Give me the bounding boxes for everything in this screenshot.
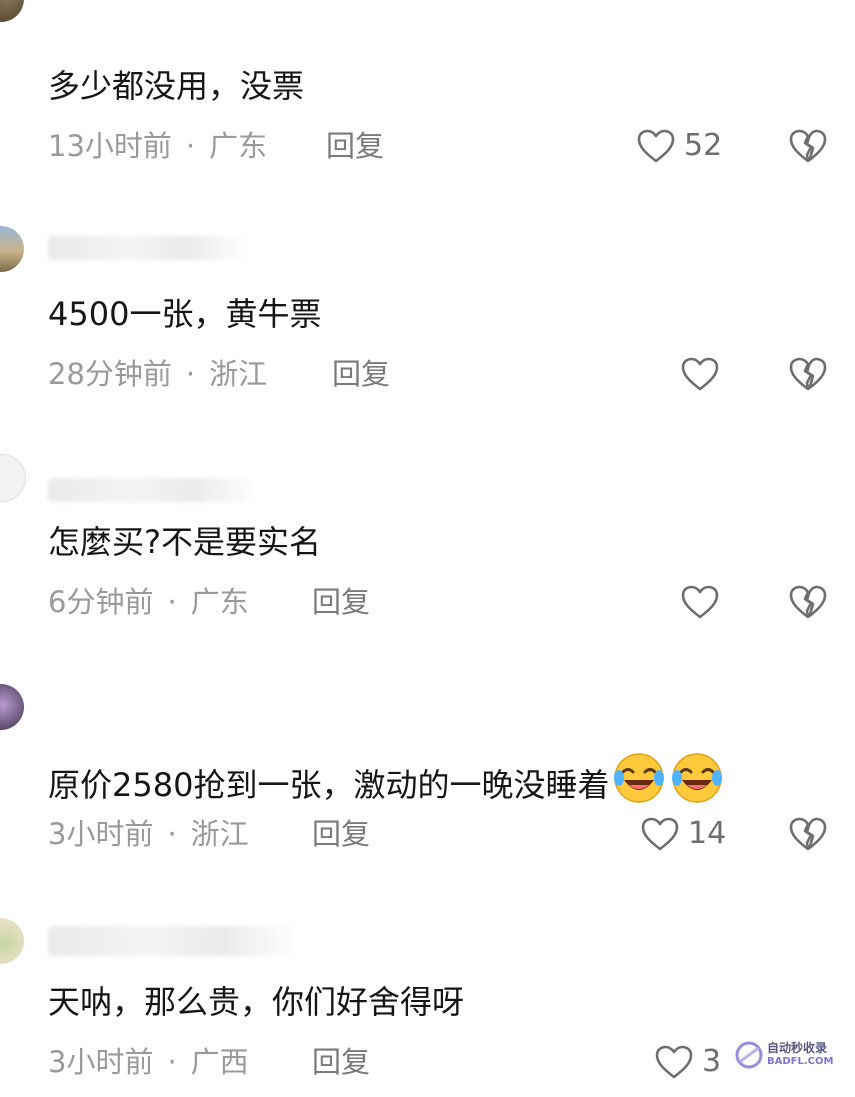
broken-heart-icon	[789, 357, 827, 391]
laughing-crying-emoji-icon	[669, 752, 725, 804]
separator: ·	[167, 1045, 177, 1079]
like-button[interactable]: 14	[640, 816, 726, 852]
comment-region: 广东	[190, 585, 249, 619]
watermark-logo-icon	[735, 1041, 763, 1069]
watermark-line2: BADFL.COM	[767, 1056, 834, 1067]
dislike-button[interactable]	[788, 128, 828, 164]
comment-time: 6分钟前	[48, 585, 154, 619]
comment-region: 广东	[209, 129, 268, 163]
watermark: 自动秒收录 BADFL.COM	[735, 1038, 845, 1072]
username-redacted	[48, 926, 298, 956]
reply-button[interactable]: 回复	[312, 816, 370, 852]
dislike-button[interactable]	[788, 356, 828, 392]
like-button[interactable]	[680, 356, 720, 392]
comment-text: 怎麼买?不是要实名	[48, 523, 321, 561]
username-redacted	[48, 236, 248, 260]
username-redacted	[48, 478, 258, 502]
separator: ·	[185, 129, 196, 163]
reply-button[interactable]: 回复	[312, 1044, 370, 1080]
comment-time: 3小时前	[48, 1045, 154, 1079]
comment-meta: 6分钟前 · 广东	[48, 584, 249, 620]
like-count: 14	[688, 816, 727, 851]
avatar[interactable]	[0, 226, 24, 272]
comment-time: 13小时前	[48, 129, 172, 163]
comment-meta: 3小时前 · 浙江	[48, 816, 249, 852]
watermark-text: 自动秒收录 BADFL.COM	[767, 1042, 833, 1068]
separator: ·	[167, 585, 177, 619]
comment-region: 浙江	[190, 817, 249, 851]
heart-icon	[636, 128, 676, 164]
like-count: 52	[684, 128, 723, 163]
comment-meta: 13小时前 · 广东	[48, 128, 267, 164]
comment-text: 原价2580抢到一张，激动的一晚没睡着	[48, 752, 725, 805]
heart-icon	[640, 816, 680, 852]
avatar[interactable]	[0, 918, 24, 964]
comment-text-content: 原价2580抢到一张，激动的一晚没睡着	[48, 766, 610, 804]
comment-region: 浙江	[209, 357, 268, 391]
comment-text: 天呐，那么贵，你们好舍得呀	[48, 983, 465, 1021]
comment-text: 多少都没用，没票	[48, 67, 305, 105]
reply-button[interactable]: 回复	[332, 356, 390, 392]
separator: ·	[185, 357, 196, 391]
comment-region: 广西	[190, 1045, 249, 1079]
avatar[interactable]	[0, 684, 24, 730]
heart-icon	[654, 1044, 694, 1080]
like-count: 3	[702, 1044, 722, 1079]
comment-meta: 3小时前 · 广西	[48, 1044, 249, 1080]
like-button[interactable]	[680, 584, 720, 620]
laughing-crying-emoji-icon	[611, 752, 667, 804]
separator: ·	[167, 817, 177, 851]
like-button[interactable]: 52	[636, 128, 722, 164]
comment-time: 3小时前	[48, 817, 154, 851]
broken-heart-icon	[789, 129, 827, 163]
avatar[interactable]	[0, 454, 26, 502]
avatar[interactable]	[0, 0, 24, 22]
like-button[interactable]: 3	[654, 1044, 721, 1080]
reply-button[interactable]: 回复	[312, 584, 370, 620]
heart-icon	[680, 584, 720, 620]
dislike-button[interactable]	[788, 816, 828, 852]
broken-heart-icon	[789, 817, 827, 851]
watermark-line1: 自动秒收录	[767, 1041, 828, 1055]
comment-meta: 28分钟前 · 浙江	[48, 356, 267, 392]
comment-text: 4500一张，黄牛票	[48, 295, 322, 333]
dislike-button[interactable]	[788, 584, 828, 620]
comment-time: 28分钟前	[48, 357, 172, 391]
broken-heart-icon	[789, 585, 827, 619]
heart-icon	[680, 356, 720, 392]
reply-button[interactable]: 回复	[326, 128, 384, 164]
